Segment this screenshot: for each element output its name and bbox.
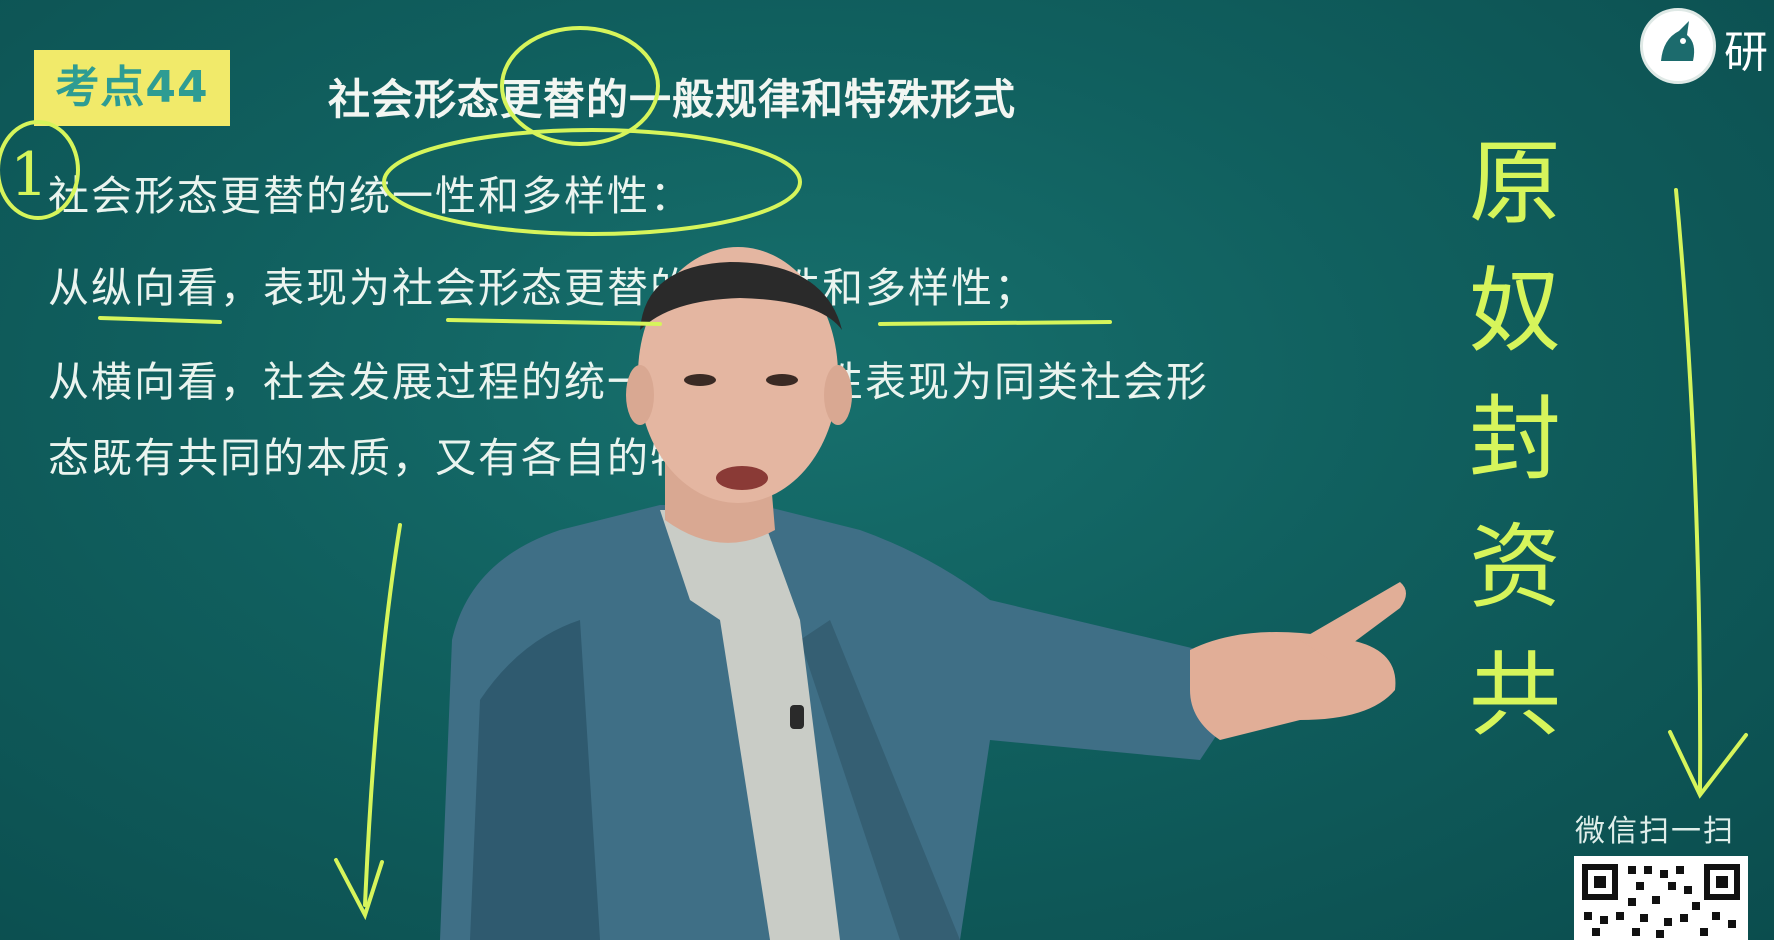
right-arrow-head (1668, 730, 1748, 799)
chalk-vertical-list: 原 奴 封 资 共 (1440, 120, 1590, 760)
left-arrow-head (334, 858, 384, 921)
right-arrow-shaft (1674, 188, 1703, 792)
chalk-char-1: 原 (1468, 130, 1561, 237)
chalk-char-3: 封 (1468, 386, 1561, 493)
wechat-scan-label: 微信扫一扫 (1575, 814, 1735, 849)
circle-title-keyword (500, 26, 660, 146)
chalk-char-5: 共 (1468, 642, 1561, 749)
chalk-char-2: 奴 (1468, 258, 1561, 365)
underline-succession (446, 318, 662, 326)
left-arrow-shaft (363, 523, 402, 907)
chalk-number: 1 (10, 140, 49, 210)
video-frame: 考点44 社会形态更替的一般规律和特殊形式 社会形态更替的统一性和多样性： 从纵… (0, 0, 1774, 940)
underline-vertical-view (98, 316, 222, 324)
circle-line1-keyword (382, 128, 802, 236)
underline-diversity (878, 320, 1112, 326)
qr-code-icon[interactable] (1574, 856, 1748, 940)
chalk-char-4: 资 (1468, 514, 1561, 621)
brand-logo-text: 研 (1724, 27, 1768, 78)
brand-logo-icon (1640, 8, 1716, 84)
